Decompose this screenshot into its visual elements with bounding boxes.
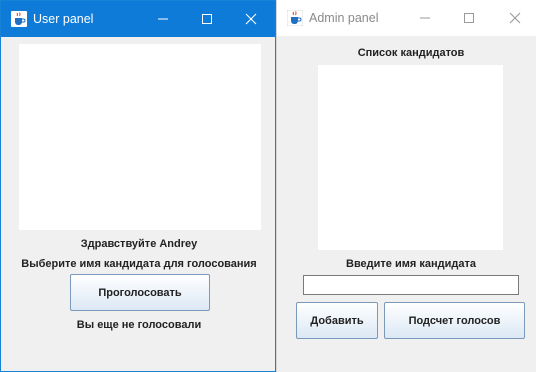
add-candidate-button[interactable]: Добавить: [296, 302, 378, 339]
maximize-button[interactable]: [453, 4, 485, 32]
admin-panel-titlebar[interactable]: Admin panel: [277, 0, 536, 36]
admin-candidate-list[interactable]: [318, 65, 503, 250]
maximize-button[interactable]: [191, 5, 223, 33]
minimize-icon: [420, 17, 430, 19]
user-panel-title: User panel: [33, 12, 94, 26]
minimize-button[interactable]: [147, 5, 179, 33]
greeting-label: Здравствуйте Andrey: [80, 238, 198, 250]
close-button[interactable]: [235, 5, 267, 33]
close-icon: [509, 12, 521, 24]
maximize-icon: [202, 14, 212, 24]
instruction-label: Выберите имя кандидата для голосования: [21, 258, 257, 270]
minimize-icon: [158, 18, 168, 20]
admin-panel-window: Admin panel Список кандидатов Введите им…: [276, 0, 536, 372]
java-cup-icon: [11, 11, 27, 27]
minimize-button[interactable]: [409, 4, 441, 32]
vote-status-label: Вы еще не голосовали: [76, 319, 202, 331]
maximize-icon: [464, 13, 474, 23]
count-votes-button[interactable]: Подсчет голосов: [384, 302, 525, 339]
user-panel-titlebar[interactable]: User panel: [1, 1, 275, 37]
admin-panel-title: Admin panel: [309, 11, 379, 25]
candidate-list[interactable]: [19, 44, 261, 230]
close-button[interactable]: [499, 4, 531, 32]
vote-button[interactable]: Проголосовать: [70, 274, 210, 311]
candidate-name-prompt: Введите имя кандидата: [346, 258, 476, 270]
candidate-name-input[interactable]: [303, 275, 519, 295]
user-panel-window: User panel Здравствуйте Andrey Выберите …: [0, 0, 276, 372]
java-cup-icon: [287, 10, 303, 26]
candidate-list-header: Список кандидатов: [357, 47, 465, 59]
close-icon: [245, 13, 257, 25]
